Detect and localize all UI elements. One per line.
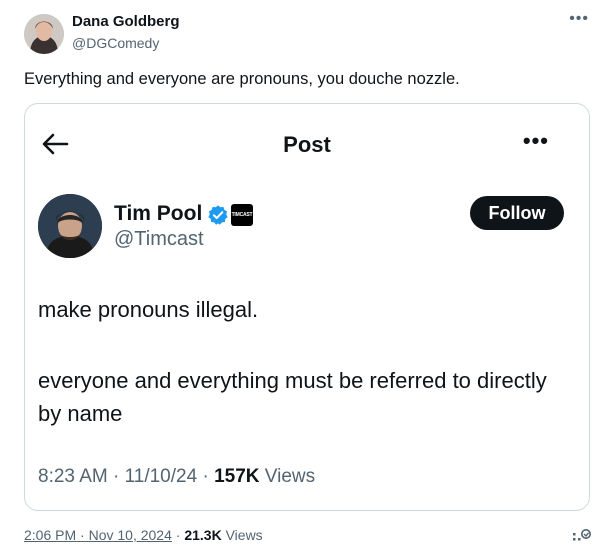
quoted-author-name[interactable]: Tim Pool <box>114 202 202 226</box>
quoted-author-avatar[interactable] <box>38 194 102 258</box>
tweet-date: Nov 10, 2024 <box>88 527 172 543</box>
tweet-meta: 2:06 PM · Nov 10, 2024 · 21.3K Views <box>24 527 263 543</box>
verified-badge-icon <box>208 205 228 225</box>
quoted-post-text-line1: make pronouns illegal. <box>38 297 259 322</box>
author-avatar[interactable] <box>24 14 64 54</box>
quoted-author-handle[interactable]: @Timcast <box>114 228 204 251</box>
analytics-icon[interactable] <box>572 528 592 544</box>
author-name[interactable]: Dana Goldberg <box>72 13 180 30</box>
quoted-post-date: 11/10/24 <box>124 466 198 487</box>
separator: · <box>113 466 120 487</box>
quoted-author-avatar-image <box>38 194 102 258</box>
quoted-post-time: 8:23 AM <box>38 466 108 487</box>
tweet-text: Everything and everyone are pronouns, yo… <box>24 70 460 88</box>
quoted-post-card[interactable]: Post ••• Tim Pool TIMCAST @Timcast Follo… <box>24 103 590 511</box>
quoted-post-meta: 8:23 AM · 11/10/24 · 157K Views <box>38 466 315 488</box>
author-handle[interactable]: @DGComedy <box>72 35 159 51</box>
tweet-time: 2:06 PM <box>24 527 77 543</box>
author-avatar-image <box>24 14 64 54</box>
affiliate-badge: TIMCAST <box>231 204 253 226</box>
page-title: Post <box>283 132 331 157</box>
quoted-post-text-line2: everyone and everything must be referred… <box>38 368 547 426</box>
tweet-views-count: 21.3K <box>184 527 222 543</box>
tweet-views-label: Views <box>225 527 263 543</box>
quoted-post-views-count: 157K <box>214 466 260 487</box>
more-icon[interactable]: ••• <box>523 128 549 154</box>
separator: · <box>80 527 85 543</box>
separator: · <box>175 527 181 543</box>
quoted-post-views-label: Views <box>264 466 316 487</box>
more-icon[interactable]: ••• <box>569 10 589 28</box>
separator: · <box>202 466 209 487</box>
follow-button[interactable]: Follow <box>470 196 564 230</box>
tweet-time-link[interactable]: 2:06 PM · Nov 10, 2024 <box>24 527 172 543</box>
